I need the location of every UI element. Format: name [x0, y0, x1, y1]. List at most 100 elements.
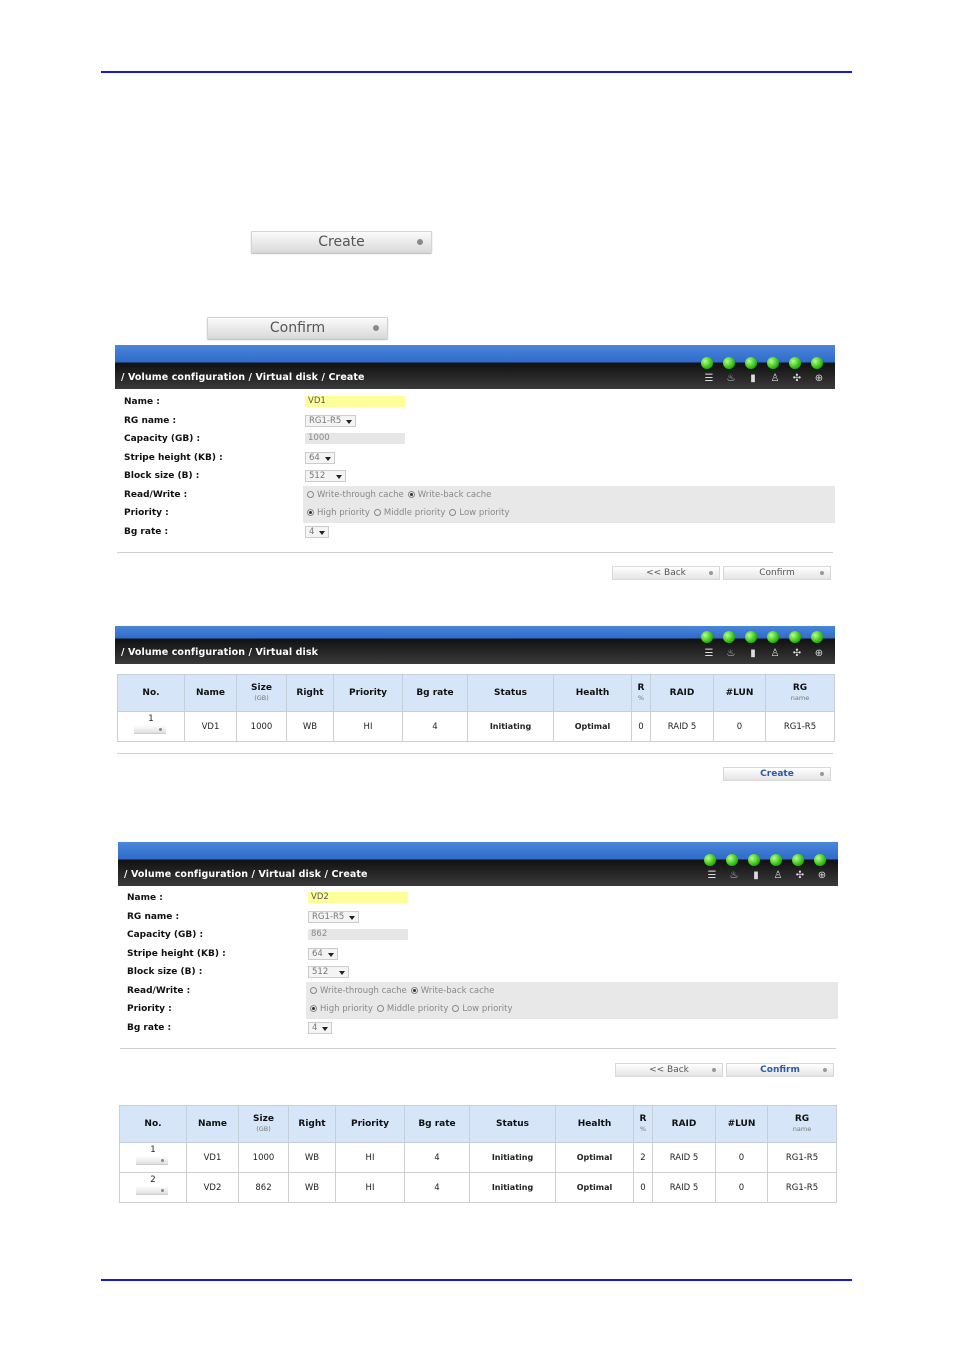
voltage-icon[interactable]: ▮ [747, 648, 759, 660]
col-health[interactable]: Health [555, 1105, 634, 1143]
col-lun[interactable]: #LUN [715, 1105, 768, 1143]
bg-rate-select[interactable]: 4 [308, 1021, 333, 1034]
col-bg-rate[interactable]: Bg rate [404, 1105, 470, 1143]
col-name[interactable]: Name [184, 674, 237, 712]
col-right[interactable]: Right [286, 674, 334, 712]
disk-icon[interactable]: ☰ [703, 648, 715, 660]
no-cell[interactable]: 1 [117, 711, 185, 742]
high-priority-radio[interactable]: High priority [307, 508, 370, 518]
rg-name-select[interactable]: RG1-R5 [308, 910, 360, 923]
name-label: Name : [124, 397, 160, 407]
col-priority[interactable]: Priority [333, 674, 403, 712]
ups-icon[interactable]: ♙ [769, 648, 781, 660]
row-menu-button[interactable] [136, 1156, 168, 1165]
temperature-icon[interactable]: ♨ [728, 870, 740, 882]
bg-rate-select[interactable]: 4 [305, 525, 330, 538]
create-panel-1: / Volume configuration / Virtual disk / … [115, 345, 835, 580]
capacity-input[interactable]: 1000 [305, 433, 405, 444]
rg-name-select[interactable]: RG1-R5 [305, 414, 357, 427]
write-through-label: Write-through cache [320, 985, 407, 996]
col-r[interactable]: R% [633, 1105, 653, 1143]
col-rg[interactable]: RG name [765, 674, 835, 712]
block-size-label: Block size (B) : [127, 967, 203, 977]
confirm-button[interactable]: Confirm [726, 1063, 834, 1077]
block-size-select[interactable]: 512 [305, 470, 347, 482]
confirm-button-sample[interactable]: Confirm [207, 317, 388, 339]
low-priority-radio[interactable]: Low priority [449, 508, 510, 518]
col-bg-rate[interactable]: Bg rate [402, 674, 468, 712]
temperature-icon[interactable]: ♨ [725, 373, 737, 385]
col-status[interactable]: Status [469, 1105, 556, 1143]
disk-icon[interactable]: ☰ [703, 373, 715, 385]
table-row[interactable]: 1 VD1 1000 WB HI 4 Initiating Optimal 2 … [119, 1142, 837, 1173]
high-priority-radio[interactable]: High priority [310, 1004, 373, 1014]
stripe-height-select[interactable]: 64 [305, 451, 335, 464]
write-back-radio[interactable]: Write-back cache [410, 986, 494, 996]
ups-icon[interactable]: ♙ [772, 870, 784, 882]
col-raid[interactable]: RAID [652, 1105, 716, 1143]
fan-icon[interactable]: ✣ [791, 373, 803, 385]
health-cell: Optimal [553, 711, 632, 742]
write-through-radio[interactable]: Write-through cache [310, 986, 407, 996]
voltage-icon[interactable]: ▮ [747, 373, 759, 385]
col-name[interactable]: Name [186, 1105, 239, 1143]
col-r-label: R [637, 683, 645, 693]
col-no[interactable]: No. [119, 1105, 187, 1143]
led-icon [748, 854, 760, 866]
row-menu-button[interactable] [134, 725, 166, 734]
panel-header: / Volume configuration / Virtual disk ☰ ♨… [115, 626, 835, 664]
col-raid[interactable]: RAID [650, 674, 714, 712]
confirm-button[interactable]: Confirm [723, 566, 831, 580]
write-through-radio[interactable]: Write-through cache [307, 490, 404, 500]
status-leds [691, 631, 823, 643]
power-icon[interactable]: ⊕ [813, 648, 825, 660]
col-r[interactable]: R% [631, 674, 651, 712]
capacity-input[interactable]: 862 [308, 929, 408, 940]
led-icon [723, 631, 735, 643]
name-input[interactable]: VD2 [308, 892, 408, 903]
voltage-icon[interactable]: ▮ [750, 870, 762, 882]
name-input[interactable]: VD1 [305, 396, 405, 407]
fan-icon[interactable]: ✣ [794, 870, 806, 882]
bg-rate-cell: 4 [402, 711, 468, 742]
col-no[interactable]: No. [117, 674, 185, 712]
row-menu-button[interactable] [136, 1186, 168, 1195]
power-icon[interactable]: ⊕ [813, 373, 825, 385]
led-icon [792, 854, 804, 866]
power-icon[interactable]: ⊕ [816, 870, 828, 882]
col-priority[interactable]: Priority [335, 1105, 405, 1143]
block-size-label: Block size (B) : [124, 471, 200, 481]
stripe-height-select[interactable]: 64 [308, 947, 338, 960]
create-button-sample[interactable]: Create [251, 231, 432, 253]
col-lun[interactable]: #LUN [713, 674, 766, 712]
middle-priority-radio[interactable]: Middle priority [376, 1004, 448, 1014]
write-back-radio[interactable]: Write-back cache [407, 489, 492, 500]
back-button[interactable]: << Back [615, 1063, 723, 1077]
col-rg-unit: name [790, 694, 810, 702]
temperature-icon[interactable]: ♨ [725, 648, 737, 660]
col-health[interactable]: Health [553, 674, 632, 712]
middle-priority-radio[interactable]: Middle priority [373, 508, 445, 518]
low-priority-radio[interactable]: Low priority [452, 1004, 513, 1014]
table-row[interactable]: 2 VD2 862 WB HI 4 Initiating Optimal 0 R… [119, 1172, 837, 1203]
high-priority-label: High priority [317, 508, 370, 518]
create-button[interactable]: Create [723, 767, 831, 781]
col-status[interactable]: Status [467, 674, 554, 712]
col-size-unit: (GB) [256, 1125, 271, 1133]
ups-icon[interactable]: ♙ [769, 373, 781, 385]
no-cell[interactable]: 2 [119, 1172, 187, 1203]
disk-icon[interactable]: ☰ [706, 870, 718, 882]
create-panel-2: / Volume configuration / Virtual disk / … [118, 842, 838, 1077]
button-dot-icon [823, 1068, 827, 1072]
fan-icon[interactable]: ✣ [791, 648, 803, 660]
led-icon [745, 357, 757, 369]
col-rg[interactable]: RG name [767, 1105, 837, 1143]
col-right[interactable]: Right [288, 1105, 336, 1143]
table-row[interactable]: 1 VD1 1000 WB HI 4 Initiating Optimal 0 … [117, 711, 835, 742]
col-size[interactable]: Size (GB) [238, 1105, 289, 1143]
block-size-select[interactable]: 512 [308, 966, 350, 978]
back-button[interactable]: << Back [612, 566, 720, 580]
col-size[interactable]: Size (GB) [236, 674, 287, 712]
write-back-label: Write-back cache [417, 489, 492, 500]
no-cell[interactable]: 1 [119, 1142, 187, 1173]
